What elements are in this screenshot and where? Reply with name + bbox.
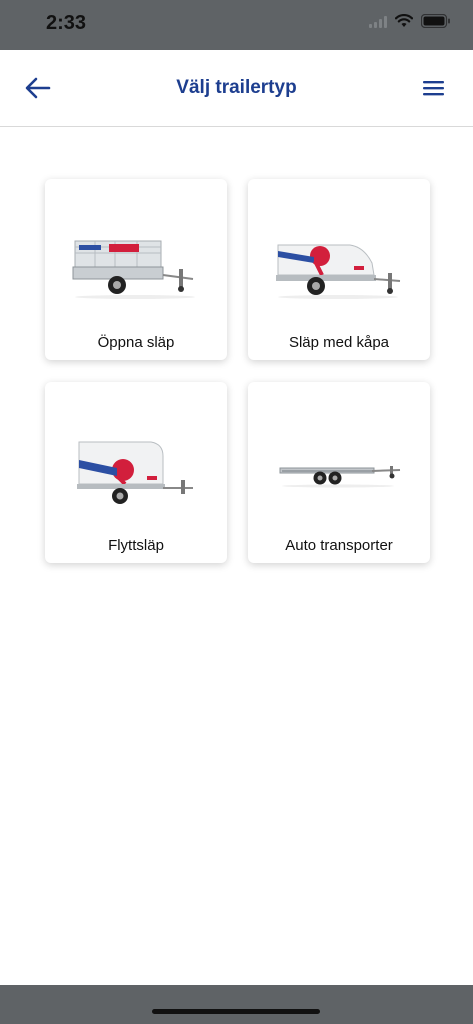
car-transporter-image bbox=[268, 426, 410, 506]
covered-trailer-image bbox=[268, 223, 410, 303]
signal-icon bbox=[369, 15, 387, 33]
trailer-card-label: Öppna släp bbox=[97, 334, 175, 351]
trailer-card-label: Auto transporter bbox=[285, 537, 393, 554]
moving-trailer-image bbox=[65, 426, 207, 506]
status-time: 2:33 bbox=[46, 12, 87, 34]
menu-button[interactable] bbox=[421, 76, 447, 100]
hamburger-menu-icon bbox=[421, 81, 447, 104]
wifi-icon bbox=[394, 14, 414, 33]
battery-icon bbox=[420, 13, 451, 33]
trailer-card-moving[interactable]: Flyttsläp bbox=[45, 382, 227, 563]
page-title: Välj trailertyp bbox=[176, 77, 297, 98]
trailer-card-car-transporter[interactable]: Auto transporter bbox=[248, 382, 430, 563]
open-trailer-image bbox=[65, 223, 207, 303]
home-indicator[interactable] bbox=[152, 1009, 320, 1014]
status-icons bbox=[369, 13, 451, 33]
trailer-card-label: Flyttsläp bbox=[108, 537, 164, 554]
app-header: Välj trailertyp bbox=[0, 50, 473, 127]
trailer-card-label: Släp med kåpa bbox=[288, 334, 390, 351]
trailer-card-covered[interactable]: Släp med kåpa bbox=[248, 179, 430, 360]
trailer-card-open[interactable]: Öppna släp bbox=[45, 179, 227, 360]
bottom-bar bbox=[0, 985, 473, 1024]
status-bar: 2:33 bbox=[0, 0, 473, 50]
